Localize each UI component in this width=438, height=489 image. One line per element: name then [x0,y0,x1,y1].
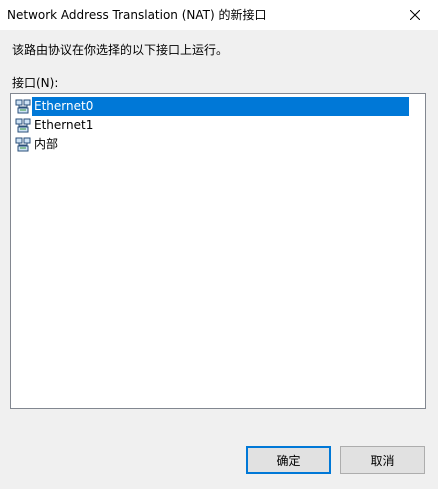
list-item-label: Ethernet1 [34,118,94,132]
network-adapter-icon [15,118,31,133]
cancel-button[interactable]: 取消 [340,446,425,474]
network-adapter-icon [15,99,31,114]
dialog-description: 该路由协议在你选择的以下接口上运行。 [12,43,229,57]
list-item-label: 内部 [34,137,59,151]
ok-button[interactable]: 确定 [246,446,331,474]
network-adapter-icon [15,137,31,152]
title-bar: Network Address Translation (NAT) 的新接口 [0,0,438,30]
interfaces-list-label: 接口(N): [12,76,59,90]
list-item-label: Ethernet0 [32,97,96,116]
window-title: Network Address Translation (NAT) 的新接口 [7,8,267,22]
close-button[interactable] [392,0,438,30]
close-icon [410,10,420,20]
interfaces-listbox[interactable]: Ethernet0 Ethernet1 内部 [10,93,426,409]
